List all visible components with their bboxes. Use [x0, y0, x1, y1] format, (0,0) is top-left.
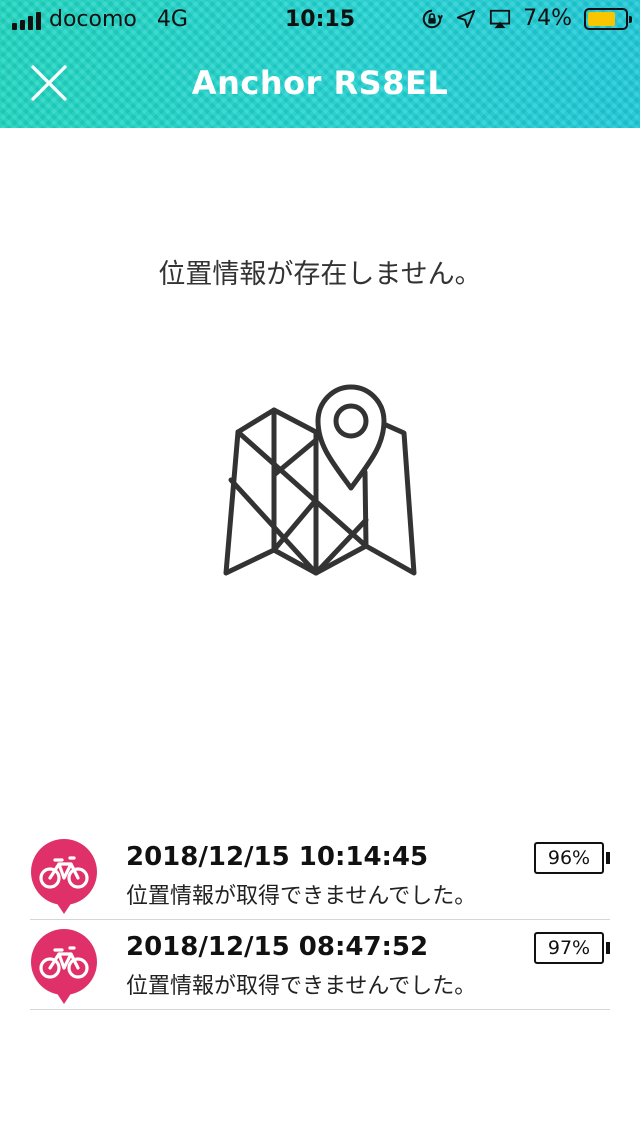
airplay-icon [490, 9, 511, 28]
entry-datetime: 2018/12/15 08:47:52 [126, 932, 429, 962]
page-title: Anchor RS8EL [191, 64, 449, 102]
battery-percent: 74% [523, 6, 572, 31]
status-bar: docomo 4G 10:15 74% [0, 0, 640, 40]
history-list: 2018/12/15 10:14:45 位置情報が取得できませんでした。 96%… [0, 830, 640, 1010]
orientation-lock-icon [422, 9, 443, 28]
entry-message: 位置情報が取得できませんでした。 [126, 884, 477, 909]
battery-badge: 97% [534, 932, 610, 964]
battery-icon [584, 7, 632, 30]
bicycle-pin-icon [31, 839, 97, 914]
entry-message: 位置情報が取得できませんでした。 [126, 974, 477, 999]
header-bar: docomo 4G 10:15 74% Anchor RS8EL [0, 0, 640, 128]
entry-datetime: 2018/12/15 10:14:45 [126, 842, 429, 872]
bicycle-pin-icon [31, 929, 97, 1004]
location-arrow-icon [456, 9, 476, 28]
list-item[interactable]: 2018/12/15 08:47:52 位置情報が取得できませんでした。 97% [30, 920, 610, 1010]
empty-state-message: 位置情報が存在しません。 [158, 259, 482, 290]
battery-fill [588, 11, 615, 26]
map-pin-icon [223, 384, 417, 576]
battery-badge: 96% [534, 842, 610, 874]
list-item[interactable]: 2018/12/15 10:14:45 位置情報が取得できませんでした。 96% [30, 830, 610, 920]
